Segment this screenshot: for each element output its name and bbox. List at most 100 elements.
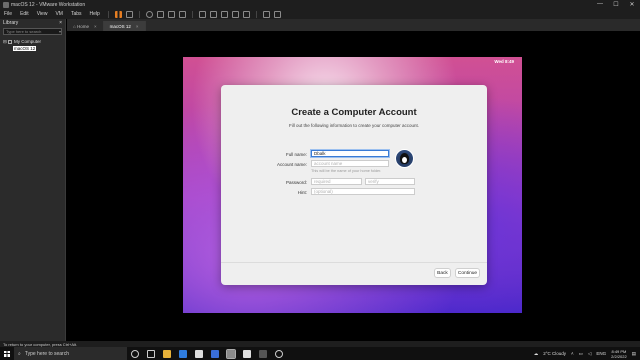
vmware-taskbar-icon[interactable] [226,348,236,359]
system-tray: ☁ 2°C Cloudy ˄ ▭ ◁ ENG 8:49 PM 2/2/2022 … [534,349,640,359]
account-name-label: Account name: [276,162,307,167]
screen: macOS 12 - VMware Workstation — ☐ ✕ File… [0,0,640,360]
clock[interactable]: 8:49 PM 2/2/2022 [611,349,627,359]
windows-logo-icon [4,350,10,357]
taskbar-search-placeholder: Type here to search [24,350,70,357]
start-button[interactable] [0,347,14,360]
tree-label-vm: macOS 12 [13,46,37,51]
store-icon[interactable] [195,349,203,358]
unity-icon[interactable] [231,10,239,18]
tab-home[interactable]: ⌂ Home × [67,21,104,31]
library-panel: Library × Type here to search ▾ ⊟ My Com… [0,19,66,341]
full-name-label: Full name: [285,152,307,157]
account-name-field[interactable]: account name [311,160,389,167]
library-close-button[interactable]: × [59,20,62,26]
task-view-icon[interactable] [147,349,155,358]
full-screen-icon[interactable] [220,10,228,18]
dialog-subtitle: Fill out the following information to cr… [288,123,420,128]
dropdown-arrow-icon[interactable] [125,10,133,18]
taskbar-search-input[interactable]: ⌕ Type here to search [14,347,127,360]
account-name-placeholder: account name [314,161,343,166]
chevron-up-icon[interactable]: ˄ [571,351,574,356]
terminal-icon[interactable] [259,349,267,358]
cortana-icon[interactable] [131,349,139,358]
send-ctrl-alt-del-icon[interactable] [145,10,153,18]
clock-date: 2/2/2022 [611,353,627,359]
account-name-hint: This will be the name of your home folde… [311,169,382,173]
continue-button[interactable]: Continue [455,268,480,278]
taskbar: ⌕ Type here to search ☁ 2°C Cloudy ˄ ▭ ◁… [0,347,640,360]
file-explorer-icon[interactable] [163,349,171,358]
show-library-icon[interactable] [198,10,206,18]
maximize-button[interactable]: ☐ [608,1,624,8]
menu-edit[interactable]: Edit [16,11,33,17]
tab-macos[interactable]: macOS 12 × [103,21,146,31]
password-field[interactable]: required [311,178,362,185]
clock-time: 8:49 PM [611,348,627,354]
hint-field[interactable]: (optional) [311,188,415,195]
menu-file[interactable]: File [0,11,16,17]
weather-text[interactable]: 2°C Cloudy [543,351,566,356]
hint-placeholder: (optional) [314,189,333,194]
tab-home-close-icon[interactable]: × [94,24,97,29]
menu-help[interactable]: Help [86,11,104,17]
library-tree: ⊟ My Computer macOS 12 [0,36,65,54]
vm-console[interactable]: Wed 8:49 Create a Computer Account Fill … [67,31,640,341]
library-header: Library × [0,19,65,27]
mail-icon[interactable] [211,349,219,358]
thumbnail-bar-icon[interactable] [209,10,217,18]
app-icon[interactable] [243,349,251,358]
tab-home-label: Home [76,23,89,29]
fit-guest-icon[interactable] [242,10,250,18]
volume-icon[interactable]: ◁ [588,351,591,357]
search-icon: ⌕ [18,350,21,357]
hint-label: Hint: [297,190,307,195]
language-indicator[interactable]: ENG [596,351,606,356]
console-view-icon[interactable] [262,10,270,18]
tab-macos-close-icon[interactable]: × [136,24,139,29]
full-name-value: Dbalk [314,151,326,156]
menu-vm[interactable]: VM [51,11,67,17]
tab-macos-label: macOS 12 [109,23,131,29]
toolbar-separator [138,10,140,18]
pause-icon[interactable] [114,10,122,18]
settings-icon[interactable] [275,349,283,358]
revert-snapshot-icon[interactable] [167,10,175,18]
password-label: Password: [285,180,307,185]
toolbar-separator [255,10,257,18]
network-icon[interactable]: ▭ [579,351,583,357]
stretch-icon[interactable] [273,10,281,18]
create-account-dialog: Create a Computer Account Fill out the f… [221,85,487,285]
snapshot-manager-icon[interactable] [178,10,186,18]
window-titlebar: macOS 12 - VMware Workstation — ☐ ✕ [0,0,640,9]
menu-tabs[interactable]: Tabs [67,11,86,17]
dialog-divider [221,262,487,263]
tree-item-vm[interactable]: macOS 12 [3,45,62,52]
minimize-button[interactable]: — [592,1,608,8]
verify-password-field[interactable]: verify [365,178,415,185]
tab-bar: ⌂ Home × macOS 12 × [67,19,640,31]
weather-icon[interactable]: ☁ [534,351,539,357]
menubar: File Edit View VM Tabs Help [0,9,640,19]
verify-placeholder: verify [368,179,379,184]
vmware-app-icon [3,1,9,8]
close-button[interactable]: ✕ [624,1,640,8]
snapshot-icon[interactable] [156,10,164,18]
library-search-input[interactable]: Type here to search ▾ [3,28,62,35]
guest-desktop[interactable]: Wed 8:49 Create a Computer Account Fill … [183,57,522,313]
toolbar-separator [191,10,193,18]
edge-icon[interactable] [179,349,187,358]
user-avatar-picture[interactable] [395,149,414,168]
library-search-placeholder: Type here to search [6,29,42,34]
penguin-icon [400,153,409,164]
computer-icon [8,39,13,44]
guest-clock: Wed 8:49 [494,59,514,64]
back-button[interactable]: Back [434,268,451,278]
notifications-icon[interactable]: ▤ [632,351,636,357]
library-title: Library [3,20,19,26]
tree-item-my-computer[interactable]: ⊟ My Computer [3,38,62,45]
window-title: macOS 12 - VMware Workstation [11,1,86,8]
chevron-down-icon[interactable]: ▾ [59,29,61,34]
menu-view[interactable]: View [33,11,52,17]
full-name-field[interactable]: Dbalk [311,150,389,157]
